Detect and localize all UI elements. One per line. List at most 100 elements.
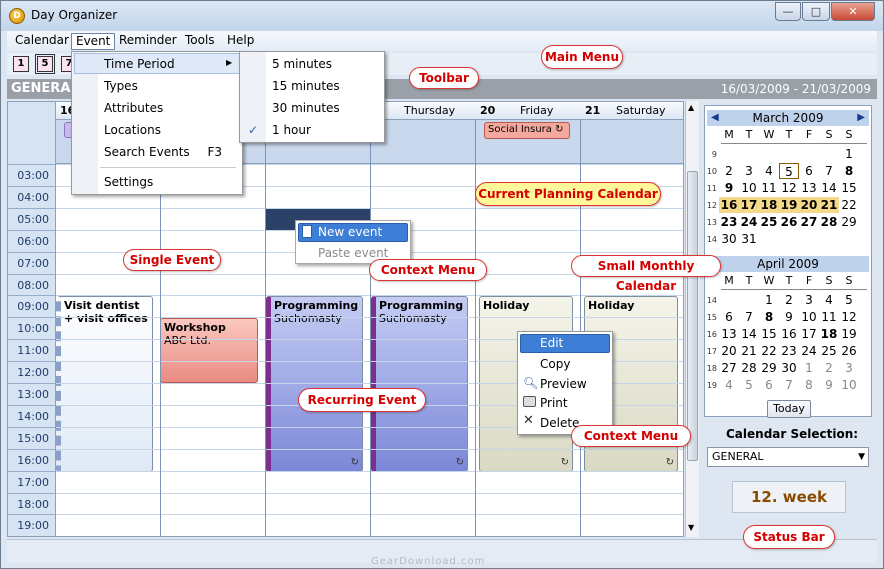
maximize-button[interactable]: □	[802, 2, 830, 21]
day-cell[interactable]: 26	[779, 214, 799, 230]
day-cell[interactable]: 16	[719, 197, 739, 213]
menu-item-copy[interactable]: Copy	[540, 355, 570, 374]
day-cell[interactable]: 27	[719, 360, 739, 376]
day-cell[interactable]: 1	[839, 146, 859, 162]
day-cell[interactable]: 12	[839, 309, 859, 325]
day-cell[interactable]: 5	[779, 163, 799, 179]
day-cell[interactable]: 8	[839, 163, 859, 179]
minimize-button[interactable]: —	[775, 2, 801, 21]
scroll-down-icon[interactable]: ▼	[688, 523, 694, 532]
menu-item-types[interactable]: Types	[104, 76, 138, 96]
day-cell[interactable]: 10	[739, 180, 759, 196]
day-cell[interactable]: 29	[759, 360, 779, 376]
day-cell[interactable]: 10	[839, 377, 859, 393]
planner-scrollbar[interactable]: ▲ ▼	[685, 101, 699, 537]
day-cell[interactable]: 1	[799, 360, 819, 376]
day-cell[interactable]: 16	[779, 326, 799, 342]
menu-item-search-events[interactable]: Search Events	[104, 142, 190, 162]
event-programming-2[interactable]: Programming Suchomasty ↻	[371, 296, 468, 472]
today-button[interactable]: Today	[767, 400, 811, 418]
day-cell[interactable]: 2	[819, 360, 839, 376]
day-cell[interactable]: 7	[739, 309, 759, 325]
day-cell[interactable]: 26	[839, 343, 859, 359]
day-cell[interactable]: 28	[739, 360, 759, 376]
day-cell[interactable]: 6	[719, 309, 739, 325]
day-cell[interactable]: 7	[819, 163, 839, 179]
menu-item-locations[interactable]: Locations	[104, 120, 161, 140]
menu-item-1-hour[interactable]: 1 hour	[272, 120, 311, 140]
day-cell[interactable]: 20	[719, 343, 739, 359]
day-cell[interactable]: 19	[779, 197, 799, 213]
day-cell[interactable]: 19	[839, 326, 859, 342]
day-cell[interactable]: 3	[799, 292, 819, 308]
day-cell[interactable]: 8	[799, 377, 819, 393]
menu-calendar[interactable]: Calendar	[11, 33, 73, 50]
day-cell[interactable]: 13	[719, 326, 739, 342]
day-cell[interactable]: 2	[719, 163, 739, 179]
next-month-icon[interactable]: ▶	[857, 110, 865, 126]
day-cell[interactable]: 25	[819, 343, 839, 359]
day-cell[interactable]: 27	[799, 214, 819, 230]
title-bar[interactable]: D Day Organizer — □ ✕	[1, 1, 883, 31]
day-cell[interactable]: 10	[799, 309, 819, 325]
close-button[interactable]: ✕	[831, 2, 875, 21]
menu-item-edit[interactable]: Edit	[540, 334, 563, 353]
day-cell[interactable]: 6	[799, 163, 819, 179]
menu-reminder[interactable]: Reminder	[115, 33, 181, 50]
day-cell[interactable]: 22	[759, 343, 779, 359]
day-cell[interactable]: 9	[779, 309, 799, 325]
day-cell[interactable]: 23	[719, 214, 739, 230]
menu-item-settings[interactable]: Settings	[104, 172, 153, 192]
day-cell[interactable]: 6	[759, 377, 779, 393]
menu-item-preview[interactable]: Preview	[540, 375, 587, 394]
scroll-thumb[interactable]	[687, 171, 698, 461]
scroll-up-icon[interactable]: ▲	[688, 103, 694, 112]
calendar-select[interactable]: GENERAL ▼	[707, 447, 869, 467]
day-cell[interactable]: 2	[779, 292, 799, 308]
day-cell[interactable]: 15	[839, 180, 859, 196]
day-cell[interactable]: 30	[779, 360, 799, 376]
menu-help[interactable]: Help	[223, 33, 258, 50]
day-cell[interactable]: 15	[759, 326, 779, 342]
menu-item-print[interactable]: Print	[540, 394, 568, 413]
day-cell[interactable]: 30	[719, 231, 739, 247]
day-cell[interactable]: 4	[759, 163, 779, 179]
event-programming-1[interactable]: Programming Suchomasty ↻	[266, 296, 363, 472]
event-workshop[interactable]: Workshop ABC Ltd.	[160, 318, 258, 383]
day-cell[interactable]: 24	[799, 343, 819, 359]
day-cell[interactable]: 3	[839, 360, 859, 376]
day-cell[interactable]: 22	[839, 197, 859, 213]
day-cell[interactable]: 1	[759, 292, 779, 308]
day-cell[interactable]: 13	[799, 180, 819, 196]
day-cell[interactable]: 24	[739, 214, 759, 230]
day-cell[interactable]: 21	[819, 197, 839, 213]
event-visit-dentist[interactable]: Visit dentist + visit offices	[56, 296, 153, 472]
day-cell[interactable]: 8	[759, 309, 779, 325]
day-cell[interactable]: 31	[739, 231, 759, 247]
menu-item-5-minutes[interactable]: 5 minutes	[272, 54, 332, 74]
day-cell[interactable]: 23	[779, 343, 799, 359]
day-cell[interactable]: 21	[739, 343, 759, 359]
day-cell[interactable]: 28	[819, 214, 839, 230]
day-cell[interactable]: 12	[779, 180, 799, 196]
day-cell[interactable]: 4	[719, 377, 739, 393]
menu-item-new-event[interactable]: New event	[318, 223, 382, 242]
menu-item-attributes[interactable]: Attributes	[104, 98, 163, 118]
day-cell[interactable]: 9	[819, 377, 839, 393]
view-5-day-button[interactable]: 5	[35, 54, 55, 74]
view-1-day-button[interactable]: 1	[13, 56, 29, 72]
day-cell[interactable]: 11	[759, 180, 779, 196]
day-cell[interactable]: 17	[739, 197, 759, 213]
day-cell[interactable]: 25	[759, 214, 779, 230]
day-cell[interactable]: 18	[759, 197, 779, 213]
day-cell[interactable]: 3	[739, 163, 759, 179]
prev-month-icon[interactable]: ◀	[711, 110, 719, 126]
day-cell[interactable]: 18	[819, 326, 839, 342]
day-cell[interactable]: 14	[739, 326, 759, 342]
day-cell[interactable]: 17	[799, 326, 819, 342]
menu-item-time-period[interactable]: Time Period	[104, 54, 175, 74]
day-cell[interactable]: 20	[799, 197, 819, 213]
day-cell[interactable]: 5	[739, 377, 759, 393]
day-cell[interactable]: 29	[839, 214, 859, 230]
menu-event[interactable]: Event	[71, 33, 116, 50]
